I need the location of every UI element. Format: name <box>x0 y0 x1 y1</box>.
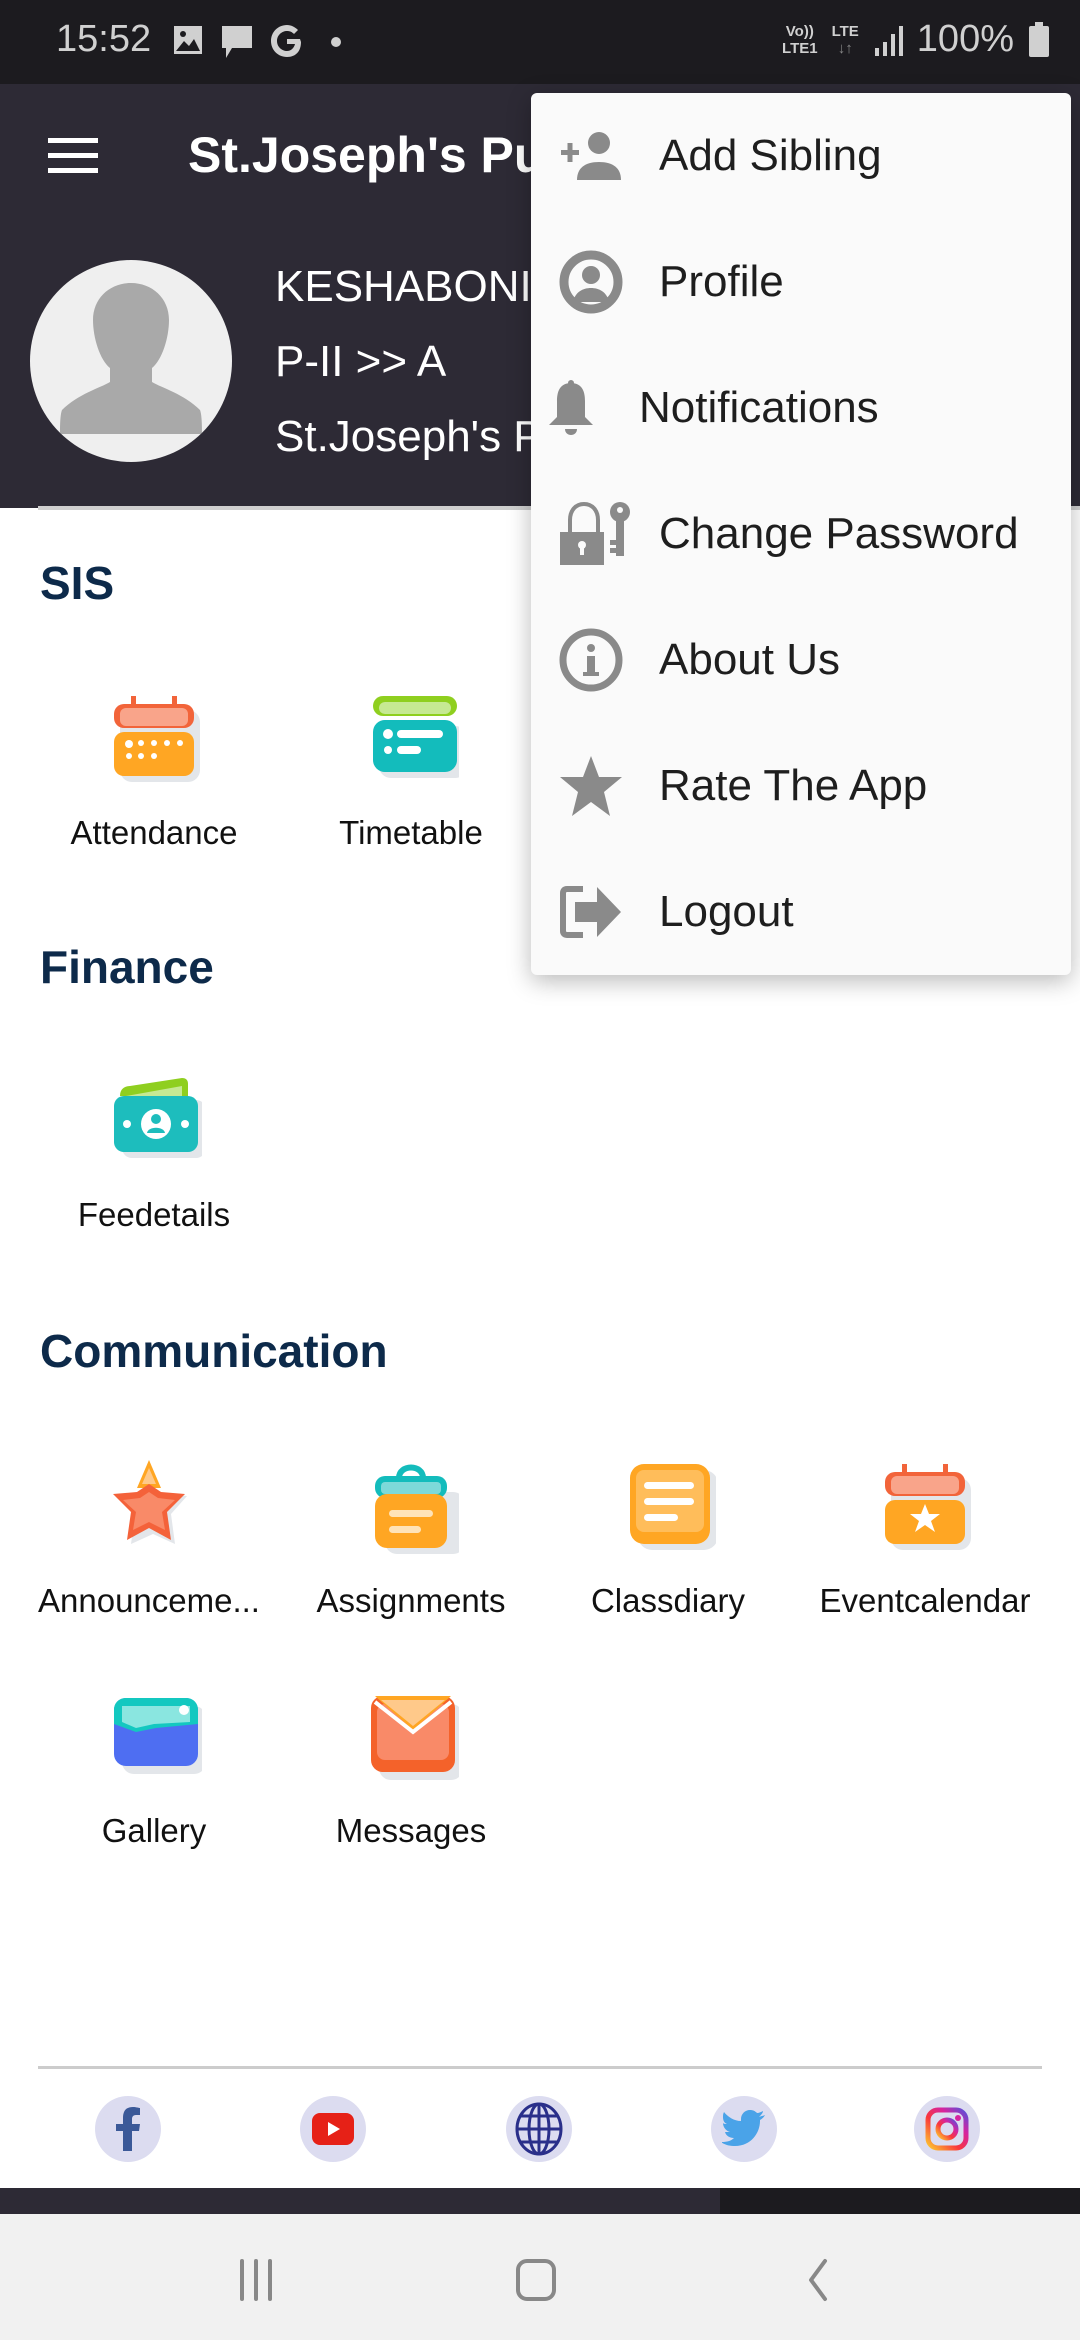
tile-label: Messages <box>335 1812 487 1849</box>
menu-item-change-password[interactable]: Change Password <box>531 471 1071 597</box>
event-calendar-icon <box>877 1460 973 1556</box>
menu-item-notifications[interactable]: Notifications <box>531 345 1071 471</box>
recents-button[interactable] <box>226 2250 286 2310</box>
tile-label: Feedetails <box>77 1196 231 1233</box>
menu-label: Profile <box>659 257 784 306</box>
status-bar: 15:52 Vo)) LTE1 LTE ↓↑ 100% <box>0 0 1080 84</box>
twitter-link[interactable] <box>711 2096 777 2162</box>
home-icon <box>516 2259 556 2301</box>
recents-icon <box>240 2259 272 2301</box>
facebook-icon <box>116 2107 140 2151</box>
star-icon <box>559 754 623 818</box>
back-icon <box>809 2259 827 2301</box>
signal-icon <box>874 25 903 56</box>
lte-indicator: LTE ↓↑ <box>831 22 859 57</box>
add-person-icon <box>559 124 623 188</box>
menu-item-about-us[interactable]: About Us <box>531 597 1071 723</box>
system-nav-bar <box>0 2214 1080 2340</box>
instagram-link[interactable] <box>914 2096 980 2162</box>
menu-item-rate-the-app[interactable]: Rate The App <box>531 723 1071 849</box>
tile-label: Gallery <box>101 1812 207 1849</box>
tile-messages[interactable]: Messages <box>286 1690 536 1850</box>
menu-label: About Us <box>659 635 840 684</box>
battery-icon <box>1029 21 1049 57</box>
menu-item-profile[interactable]: Profile <box>531 219 1071 345</box>
home-button[interactable] <box>506 2250 566 2310</box>
status-time: 15:52 <box>56 18 152 60</box>
tile-gallery[interactable]: Gallery <box>29 1690 279 1850</box>
messages-envelope-icon <box>363 1690 463 1786</box>
youtube-link[interactable] <box>300 2096 366 2162</box>
fee-money-icon <box>106 1074 206 1170</box>
back-button[interactable] <box>788 2250 848 2310</box>
menu-item-logout[interactable]: Logout <box>531 849 1071 975</box>
default-avatar-icon <box>60 283 202 434</box>
facebook-link[interactable] <box>95 2096 161 2162</box>
logout-icon <box>559 880 623 944</box>
volte-indicator: Vo)) LTE1 <box>782 22 818 57</box>
tile-eventcalendar[interactable]: Eventcalendar <box>800 1460 1050 1620</box>
student-class: P-II >> A <box>275 337 447 386</box>
menu-label: Notifications <box>639 383 879 432</box>
dot-notification-icon <box>331 37 341 47</box>
avatar[interactable] <box>30 260 232 462</box>
bottom-strip <box>0 2188 1080 2214</box>
instagram-icon <box>925 2107 969 2151</box>
profile-circle-icon <box>559 250 623 314</box>
announcement-star-icon <box>101 1460 197 1556</box>
menu-label: Add Sibling <box>659 131 882 180</box>
classdiary-notes-icon <box>620 1460 718 1556</box>
section-title-communication: Communication <box>40 1325 388 1377</box>
info-icon <box>559 628 623 692</box>
tile-feedetails[interactable]: Feedetails <box>29 1074 279 1234</box>
globe-icon <box>515 2102 563 2156</box>
tile-label: Announceme... <box>38 1582 260 1619</box>
menu-label: Logout <box>659 887 794 936</box>
timetable-icon <box>363 692 467 788</box>
section-title-sis: SIS <box>40 557 115 609</box>
student-name: KESHABONI <box>275 262 532 311</box>
menu-label: Change Password <box>659 509 1019 558</box>
tile-attendance[interactable]: Attendance <box>29 692 279 852</box>
twitter-icon <box>722 2110 765 2146</box>
website-link[interactable] <box>506 2096 572 2162</box>
menu-label: Rate The App <box>659 761 928 810</box>
battery-percent: 100% <box>916 18 1014 60</box>
menu-item-add-sibling[interactable]: Add Sibling <box>531 93 1071 219</box>
assignment-clipboard-icon <box>363 1460 465 1556</box>
tile-label: Classdiary <box>590 1582 746 1619</box>
tile-assignments[interactable]: Assignments <box>286 1460 536 1620</box>
lock-key-icon <box>559 502 633 566</box>
tile-label: Eventcalendar <box>819 1582 1031 1619</box>
footer-divider <box>38 2066 1042 2069</box>
tile-classdiary[interactable]: Classdiary <box>543 1460 793 1620</box>
bell-icon <box>539 376 603 440</box>
gallery-photo-icon <box>106 1690 206 1786</box>
gallery-notification-icon <box>174 26 202 54</box>
tile-announcements[interactable]: Announceme... <box>24 1460 274 1620</box>
google-notification-icon <box>271 25 301 57</box>
section-title-finance: Finance <box>40 941 214 993</box>
attendance-calendar-icon <box>106 692 202 788</box>
hamburger-icon[interactable] <box>48 138 98 174</box>
status-right: Vo)) LTE1 LTE ↓↑ 100% <box>782 18 1050 61</box>
tile-label: Attendance <box>70 814 238 851</box>
message-notification-icon <box>222 26 252 58</box>
tile-timetable[interactable]: Timetable <box>286 692 536 852</box>
overflow-menu: Add Sibling Profile Notifications Change… <box>531 93 1071 975</box>
tile-label: Timetable <box>339 814 483 851</box>
youtube-icon <box>312 2113 354 2145</box>
tile-label: Assignments <box>316 1582 506 1619</box>
